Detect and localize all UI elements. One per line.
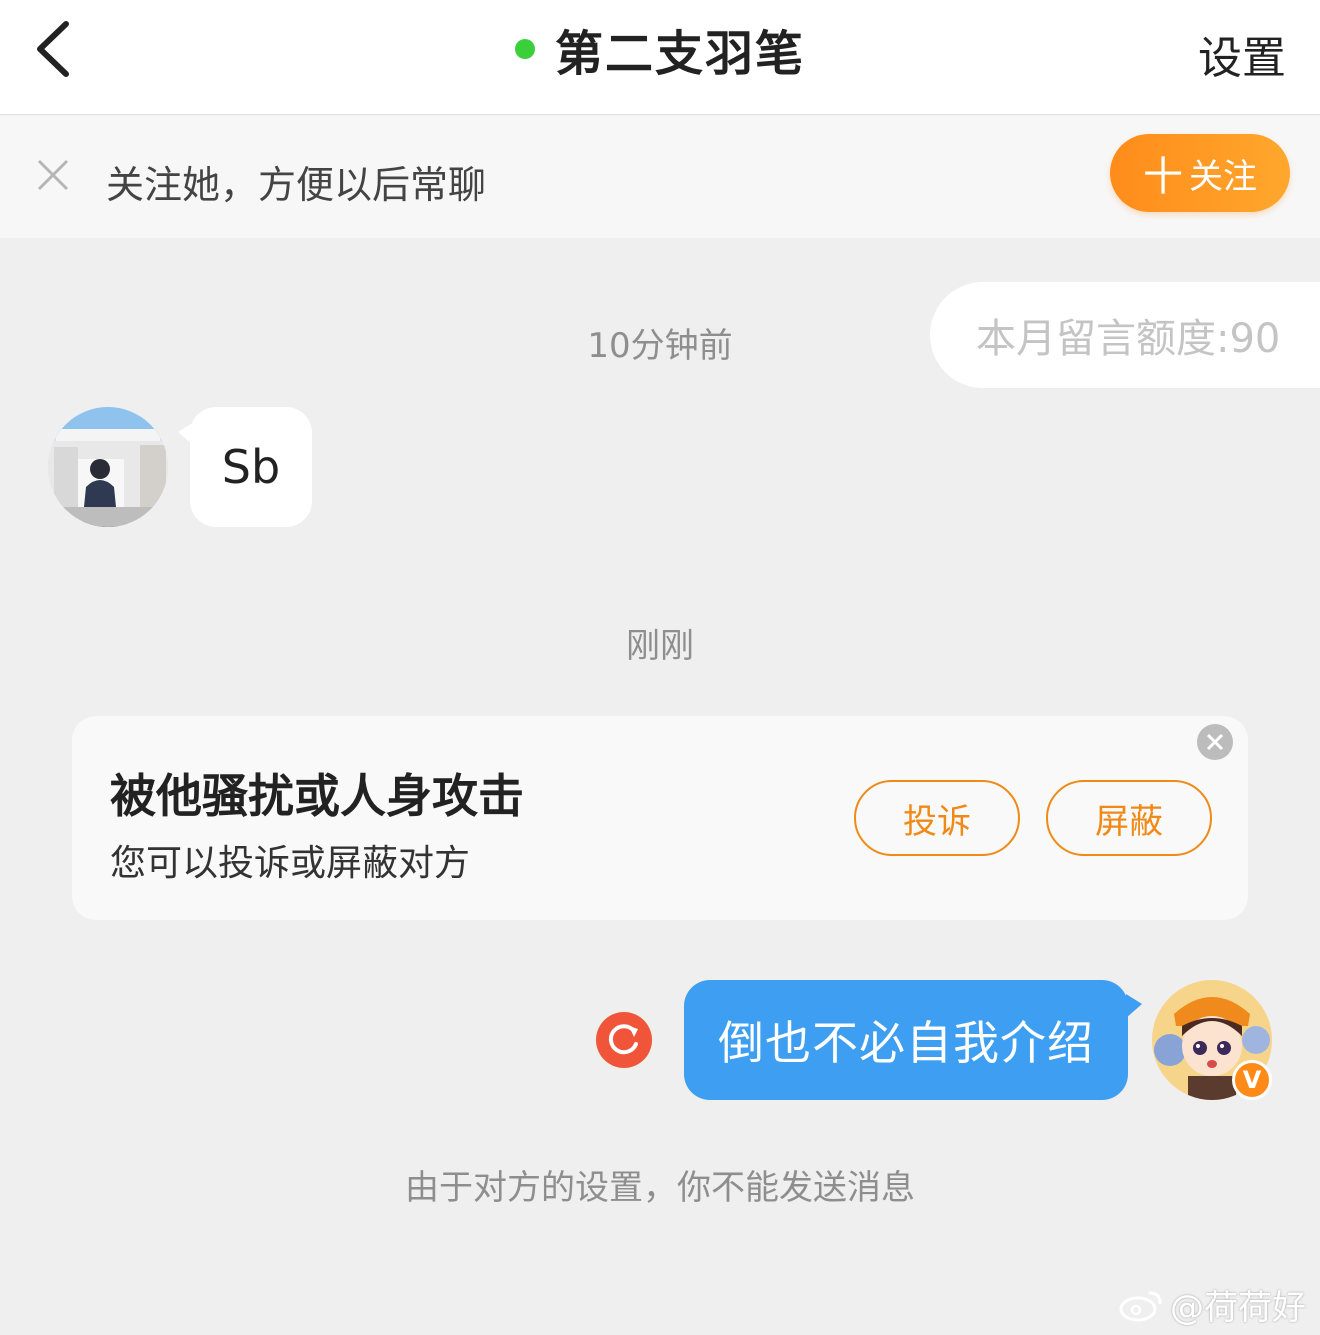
retry-icon <box>608 1024 638 1055</box>
message-timestamp: 刚刚 <box>626 626 694 666</box>
follow-suggestion-bar: 关注她，方便以后常聊 十 关注 <box>0 116 1320 238</box>
follow-button[interactable]: 十 关注 <box>1110 134 1290 212</box>
top-nav-bar: 第二支羽笔 设置 <box>0 0 1320 115</box>
weibo-logo-icon <box>1119 1291 1162 1321</box>
watermark: @荷荷好 <box>1118 1280 1306 1329</box>
harassment-card-subtitle: 您可以投诉或屏蔽对方 <box>110 843 471 884</box>
watermark-text: @荷荷好 <box>1170 1288 1306 1328</box>
bubble-tail <box>1126 994 1142 1018</box>
close-icon <box>37 159 69 191</box>
online-status-dot <box>514 39 535 59</box>
follow-button-label: 关注 <box>1189 156 1257 197</box>
harassment-report-card: 被他骚扰或人身攻击 您可以投诉或屏蔽对方 投诉 屏蔽 <box>72 716 1248 920</box>
sender-avatar-image <box>48 407 168 527</box>
chat-title: 第二支羽笔 <box>554 26 805 82</box>
follow-prompt-text: 关注她，方便以后常聊 <box>106 163 487 207</box>
dismiss-follow-button[interactable] <box>34 156 72 194</box>
sender-avatar[interactable] <box>48 407 168 527</box>
settings-button[interactable]: 设置 <box>1198 22 1286 86</box>
message-timestamp: 10分钟前 <box>587 326 733 366</box>
plus-icon: 十 <box>1143 154 1183 200</box>
card-close-icon <box>1206 733 1224 751</box>
report-button[interactable]: 投诉 <box>854 780 1020 856</box>
block-button[interactable]: 屏蔽 <box>1046 780 1212 856</box>
cannot-send-notice: 由于对方的设置，你不能发送消息 <box>405 1168 915 1208</box>
outgoing-message-bubble[interactable]: 倒也不必自我介绍 <box>684 980 1128 1100</box>
verified-icon: V <box>1232 1060 1272 1100</box>
incoming-message-bubble[interactable]: Sb <box>190 407 312 527</box>
retry-send-button[interactable] <box>596 1012 652 1068</box>
card-close-button[interactable] <box>1197 724 1233 760</box>
harassment-card-title: 被他骚扰或人身攻击 <box>110 769 524 823</box>
chat-title-area: 第二支羽笔 <box>0 14 1320 84</box>
